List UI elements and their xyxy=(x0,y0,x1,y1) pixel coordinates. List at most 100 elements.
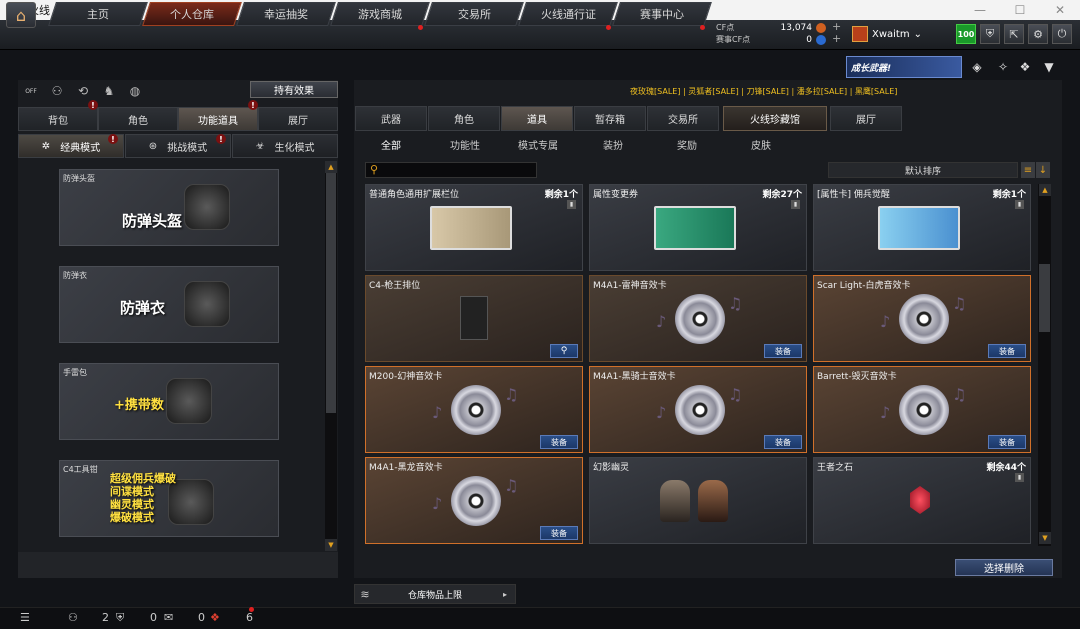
right-tab-weapons[interactable]: 武器 xyxy=(355,106,427,131)
mode-tab-zombie[interactable]: ☣ 生化模式 xyxy=(232,134,338,158)
mount-icon[interactable]: ♞ xyxy=(100,82,118,100)
subtab-all[interactable]: 全部 xyxy=(381,137,401,152)
mouse-icon[interactable]: ◍ xyxy=(126,82,144,100)
equip-button[interactable]: 装备 xyxy=(764,435,802,449)
off-toggle-icon[interactable]: OFF xyxy=(22,82,40,100)
item-card[interactable]: M200-幻神音效卡 ♪ ♫ 装备 xyxy=(365,366,583,453)
equip-button[interactable]: 装备 xyxy=(540,526,578,540)
right-tab-storage[interactable]: 暂存箱 xyxy=(574,106,646,131)
list-view-icon[interactable]: ≡ xyxy=(1021,162,1035,178)
right-tab-items[interactable]: 道具 xyxy=(501,106,573,131)
nav-tab-shop[interactable]: 游戏商城 xyxy=(330,2,430,26)
equip-button[interactable]: 装备 xyxy=(988,435,1026,449)
item-card[interactable]: Scar Light-白虎音效卡 ♪ ♫ 装备 xyxy=(813,275,1031,362)
trash-icon[interactable]: ▮ xyxy=(567,200,576,209)
trash-icon[interactable]: ▮ xyxy=(1015,200,1024,209)
music-note-icon: ♫ xyxy=(504,385,519,404)
item-card[interactable]: Barrett-毁灭音效卡 ♪ ♫ 装备 xyxy=(813,366,1031,453)
crest-icon[interactable]: ✧ xyxy=(994,58,1012,76)
user-profile[interactable]: Xwaitm ⌄ xyxy=(852,26,922,42)
item-card[interactable]: [属性卡] 佣兵觉醒 剩余1个 ▮ xyxy=(813,184,1031,271)
gift-icon[interactable]: ❖ xyxy=(210,611,220,624)
scroll-up-icon[interactable]: ▲ xyxy=(325,161,337,173)
subtab-functional[interactable]: 功能性 xyxy=(450,137,480,152)
equip-button[interactable]: 装备 xyxy=(764,344,802,358)
right-tab-characters[interactable]: 角色 xyxy=(428,106,500,131)
trash-icon[interactable]: ▮ xyxy=(1015,473,1024,482)
grenade-pack-card[interactable]: 手雷包 +携带数 xyxy=(59,363,279,440)
refresh-icon[interactable]: ⟲ xyxy=(74,82,92,100)
home-icon[interactable]: ⌂ xyxy=(6,2,36,28)
item-card[interactable]: C4-枪王排位 ⚲ xyxy=(365,275,583,362)
owned-effects-button[interactable]: 持有效果 xyxy=(250,81,338,98)
sale-ticker[interactable]: 夜玫瑰[SALE] | 灵狐者[SALE] | 刀锋[SALE] | 潘多拉[S… xyxy=(630,86,897,97)
left-scrollbar[interactable] xyxy=(325,161,337,551)
armor-card[interactable]: 防弹衣 防弹衣 xyxy=(59,266,279,343)
item-card[interactable]: M4A1-黑龙音效卡 ♪ ♫ 装备 xyxy=(365,457,583,544)
maximize-button[interactable]: ☐ xyxy=(1000,0,1040,20)
window-controls: — ☐ ✕ xyxy=(960,0,1080,20)
minimize-button[interactable]: — xyxy=(960,0,1000,20)
right-tab-exchange[interactable]: 交易所 xyxy=(647,106,719,131)
right-tab-collection[interactable]: 火线珍藏馆 xyxy=(723,106,827,131)
menu-icon[interactable]: ☰ xyxy=(20,611,30,624)
left-tab-showroom[interactable]: 展厅 xyxy=(258,107,338,131)
scroll-thumb[interactable] xyxy=(1039,264,1050,332)
select-delete-button[interactable]: 选择删除 xyxy=(955,559,1053,576)
equip-button[interactable]: 装备 xyxy=(988,344,1026,358)
left-tab-character[interactable]: 角色 xyxy=(98,107,178,131)
subtab-mode[interactable]: 模式专属 xyxy=(518,137,558,152)
sort-order-icon[interactable]: ↓ xyxy=(1036,162,1050,178)
search-input[interactable]: ⚲ xyxy=(365,162,537,178)
item-card[interactable]: 属性变更券 剩余27个 ▮ xyxy=(589,184,807,271)
helmet-card[interactable]: 防弹头盔 防弹头盔 xyxy=(59,169,279,246)
right-tab-showroom[interactable]: 展厅 xyxy=(830,106,902,131)
chat-icon[interactable]: ✉ xyxy=(164,611,173,624)
badge-icon[interactable]: ◈ xyxy=(968,58,986,76)
exit-icon[interactable]: ⇱ xyxy=(1004,24,1024,44)
scroll-down-icon[interactable]: ▼ xyxy=(1039,532,1051,544)
nav-tab-warehouse[interactable]: 个人仓库 xyxy=(142,2,242,26)
gear-icon[interactable]: ⚙ xyxy=(1028,24,1048,44)
cd-disc-icon xyxy=(675,385,725,435)
friends-icon[interactable]: ⚇ xyxy=(68,611,78,624)
inspect-button[interactable]: ⚲ xyxy=(550,344,578,358)
item-card[interactable]: 普通角色通用扩展栏位 剩余1个 ▮ xyxy=(365,184,583,271)
subtab-skin[interactable]: 皮肤 xyxy=(751,137,771,152)
equip-button[interactable]: 装备 xyxy=(540,435,578,449)
trash-icon[interactable]: ▮ xyxy=(791,200,800,209)
item-card[interactable]: 王者之石 剩余44个 ▮ xyxy=(813,457,1031,544)
left-tab-items[interactable]: 功能道具 xyxy=(178,107,258,131)
nav-tab-home[interactable]: 主页 xyxy=(48,2,148,26)
add-event-cf-button[interactable]: + xyxy=(832,33,841,45)
growth-weapon-banner[interactable]: 成长武器! xyxy=(846,56,962,78)
item-card[interactable]: M4A1-雷神音效卡 ♪ ♫ 装备 xyxy=(589,275,807,362)
power-icon[interactable]: ⏻ xyxy=(1052,24,1072,44)
emblem-icon[interactable]: ❖ xyxy=(1016,58,1034,76)
shield-icon[interactable]: ⛨ xyxy=(980,24,1000,44)
close-button[interactable]: ✕ xyxy=(1040,0,1080,20)
nav-tab-events[interactable]: 赛事中心 xyxy=(612,2,712,26)
item-card[interactable]: M4A1-黑骑士音效卡 ♪ ♫ 装备 xyxy=(589,366,807,453)
alert-icon: ! xyxy=(216,134,226,144)
c4-tool-card[interactable]: C4工具钳 超级佣兵爆破 间谍模式 幽灵模式 爆破模式 xyxy=(59,460,279,537)
family-icon[interactable]: ⚇ xyxy=(48,82,66,100)
scroll-down-icon[interactable]: ▼ xyxy=(325,539,337,551)
nav-tab-exchange[interactable]: 交易所 xyxy=(424,2,524,26)
nav-tab-pass[interactable]: 火线通行证 xyxy=(518,2,618,26)
subtab-costume[interactable]: 装扮 xyxy=(603,137,623,152)
vest-icon xyxy=(184,281,230,327)
sort-dropdown[interactable]: 默认排序 xyxy=(828,162,1018,178)
shield-icon[interactable]: ⛨ xyxy=(116,611,124,625)
right-scrollbar[interactable] xyxy=(1038,184,1051,546)
v-logo-icon[interactable]: ▼ xyxy=(1040,58,1058,76)
item-card[interactable]: 幻影幽灵 xyxy=(589,457,807,544)
cd-disc-icon xyxy=(675,294,725,344)
scroll-up-icon[interactable]: ▲ xyxy=(1039,184,1051,196)
scroll-thumb[interactable] xyxy=(326,173,336,413)
subtab-reward[interactable]: 奖励 xyxy=(677,137,697,152)
nav-tab-lottery[interactable]: 幸运抽奖 xyxy=(236,2,336,26)
capacity-button[interactable]: ≋ 仓库物品上限 ▸ xyxy=(354,584,516,604)
swap-ticket-icon xyxy=(654,206,736,250)
left-tab-bag[interactable]: 背包 xyxy=(18,107,98,131)
